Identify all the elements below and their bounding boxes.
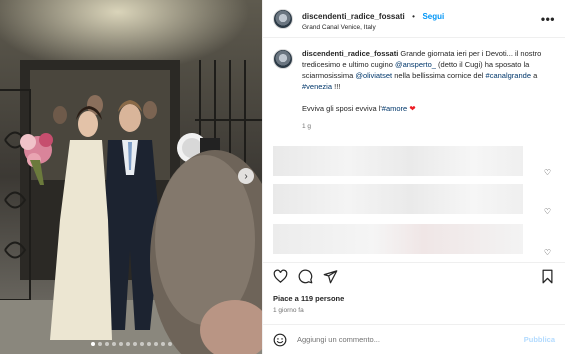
post-caption: discendenti_radice_fossati Grande giorna… xyxy=(273,48,555,132)
caption-age: 1 g xyxy=(302,123,312,130)
comment-input[interactable] xyxy=(297,335,524,344)
hashtag-link[interactable]: #venezia xyxy=(302,82,332,91)
post-side-panel: discendenti_radice_fossati • Segui Grand… xyxy=(262,0,565,354)
separator-dot: • xyxy=(412,11,415,21)
comments-list-blurred: ♡ ♡ ♡ xyxy=(273,146,555,264)
carousel-dot[interactable] xyxy=(97,342,102,346)
caption-segment: nella bellissima cornice del xyxy=(392,71,486,80)
caption-body: discendenti_radice_fossati Grande giorna… xyxy=(302,48,555,132)
blurred-comment xyxy=(273,146,523,176)
bookmark-icon[interactable] xyxy=(540,269,555,284)
carousel-dot[interactable] xyxy=(104,342,109,346)
carousel-dot[interactable] xyxy=(139,342,144,346)
comment-like-icon[interactable]: ♡ xyxy=(544,168,551,177)
chevron-right-icon: › xyxy=(244,170,248,182)
carousel-dots xyxy=(0,342,262,346)
caption-segment: Evviva gli sposi evviva l' xyxy=(302,104,382,113)
post-photo[interactable]: › xyxy=(0,0,262,354)
carousel-next-button[interactable]: › xyxy=(238,168,254,184)
caption-line-2: Evviva gli sposi evviva l'#amore ❤ xyxy=(302,103,555,114)
carousel-dot[interactable] xyxy=(90,342,95,346)
comment-like-icon[interactable]: ♡ xyxy=(544,248,551,257)
author-username[interactable]: discendenti_radice_fossati xyxy=(302,12,405,21)
author-info: discendenti_radice_fossati • Segui Grand… xyxy=(302,6,541,32)
hashtag-link[interactable]: #amore xyxy=(382,104,407,113)
likes-count[interactable]: Piace a 119 persone xyxy=(273,294,344,303)
wedding-photo-illustration xyxy=(0,0,262,354)
share-icon[interactable] xyxy=(323,269,338,284)
hashtag-link[interactable]: #canalgrande xyxy=(486,71,531,80)
carousel-dot[interactable] xyxy=(160,342,165,346)
follow-button[interactable]: Segui xyxy=(422,12,444,21)
blurred-comment xyxy=(273,184,523,214)
carousel-dot[interactable] xyxy=(153,342,158,346)
mention-link[interactable]: @ansperto_ xyxy=(395,60,436,69)
carousel-dot[interactable] xyxy=(125,342,130,346)
post-dialog: › discendenti_radice_fossati • Segui Gra… xyxy=(0,0,565,354)
blurred-comment xyxy=(273,224,523,254)
caption-username[interactable]: discendenti_radice_fossati xyxy=(302,49,398,58)
post-header: discendenti_radice_fossati • Segui Grand… xyxy=(263,0,565,38)
comment-icon[interactable] xyxy=(298,269,313,284)
caption-text: discendenti_radice_fossati Grande giorna… xyxy=(302,48,555,92)
author-avatar[interactable] xyxy=(273,8,293,29)
post-date: 1 giorno fa xyxy=(273,307,304,314)
carousel-dot[interactable] xyxy=(118,342,123,346)
carousel-dot[interactable] xyxy=(167,342,172,346)
comment-composer: Pubblica xyxy=(263,324,565,354)
publish-button[interactable]: Pubblica xyxy=(524,335,555,344)
caption-segment: a xyxy=(531,71,538,80)
emoji-icon[interactable] xyxy=(273,333,287,347)
carousel-dot[interactable] xyxy=(111,342,116,346)
heart-emoji: ❤ xyxy=(409,104,416,113)
carousel-dot[interactable] xyxy=(146,342,151,346)
mention-link[interactable]: @oliviatset xyxy=(355,71,392,80)
heart-icon[interactable] xyxy=(273,269,288,284)
more-options-icon[interactable]: ••• xyxy=(541,12,555,26)
carousel-dot[interactable] xyxy=(132,342,137,346)
caption-segment: !!! xyxy=(332,82,341,91)
comment-like-icon[interactable]: ♡ xyxy=(544,207,551,216)
action-bar xyxy=(263,262,565,290)
post-location[interactable]: Grand Canal Venice, Italy xyxy=(302,24,541,31)
caption-author-avatar[interactable] xyxy=(273,49,293,69)
